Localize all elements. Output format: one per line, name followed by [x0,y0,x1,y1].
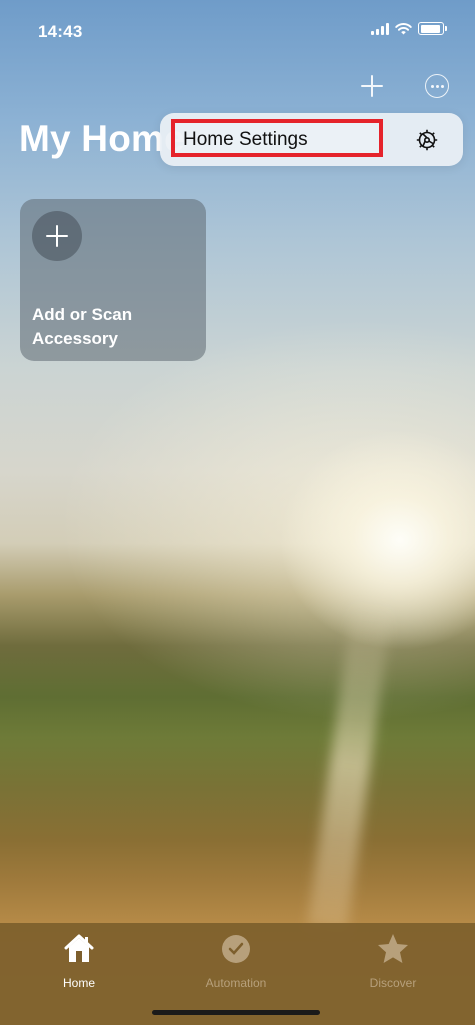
menu-item-label: Home Settings [183,129,308,150]
home-menu-popup: Home Settings [160,113,463,166]
home-indicator [152,1010,320,1015]
plus-icon [361,75,383,97]
battery-cap [445,26,447,31]
plus-icon [46,225,68,247]
cellular-signal-icon [371,22,389,35]
ellipsis-dot [440,84,444,88]
tab-automation[interactable]: Automation [186,931,286,990]
tab-home[interactable]: Home [29,931,129,990]
clock-check-icon [222,935,250,963]
add-button[interactable] [359,72,385,98]
tab-discover[interactable]: Discover [343,931,443,990]
tab-label: Discover [369,976,417,990]
house-icon [64,934,94,962]
ellipsis-dot [435,84,439,88]
star-icon [378,934,408,963]
status-icons [371,22,447,35]
status-time: 14:43 [38,22,83,41]
gear-icon[interactable] [415,128,439,152]
add-accessory-plus-icon [32,211,82,261]
add-accessory-tile[interactable]: Add or Scan Accessory [20,199,206,361]
home-settings-menu-item[interactable]: Home Settings [171,119,383,157]
tile-label: Add or Scan Accessory [32,305,133,348]
more-button[interactable] [425,74,449,98]
battery-icon [418,22,444,35]
ellipsis-dot [430,84,434,88]
wifi-icon [395,23,412,35]
tab-label: Automation [205,976,267,990]
tab-label: Home [62,976,95,990]
